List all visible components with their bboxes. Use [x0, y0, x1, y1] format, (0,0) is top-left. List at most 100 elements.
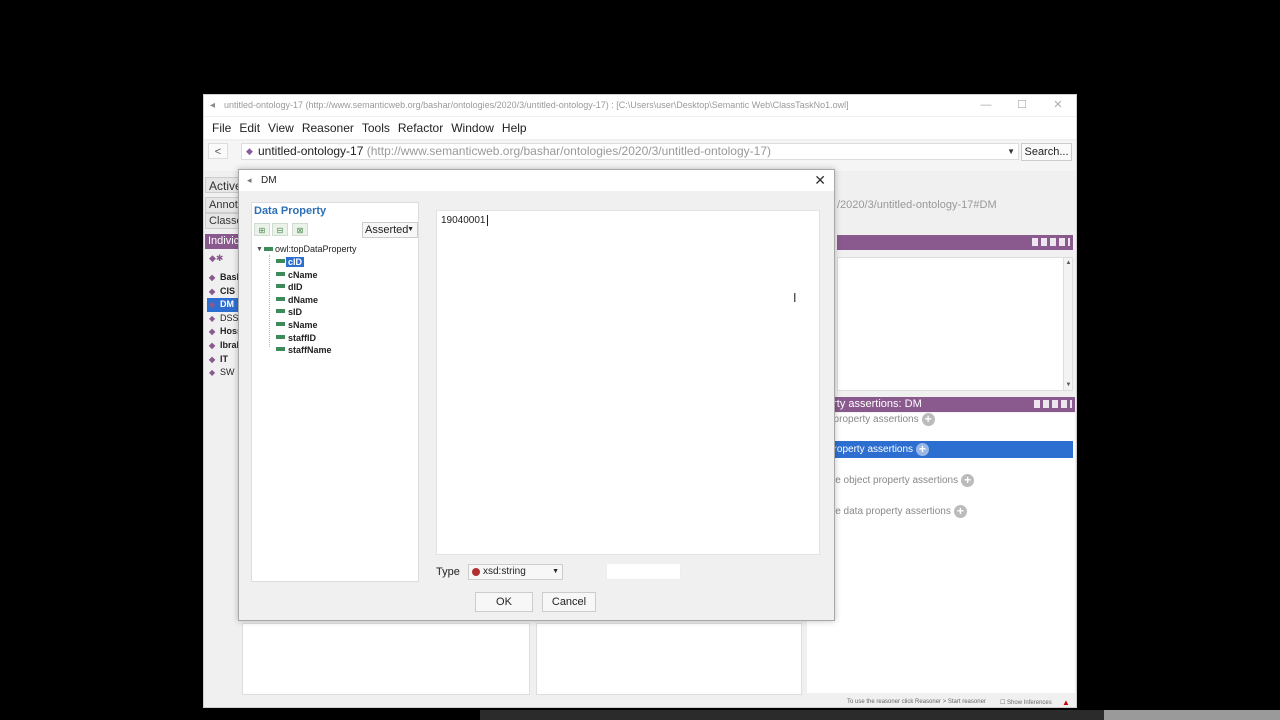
data-property-icon [276, 259, 285, 263]
type-label: Type [436, 566, 460, 578]
property-assertions-header: erty assertions: DM [807, 397, 1075, 412]
add-individual-icon[interactable]: ◆✱ [209, 253, 223, 264]
tree-node[interactable]: sName [256, 319, 416, 332]
close-window-button[interactable]: ✕ [1040, 95, 1076, 116]
data-property-icon [276, 284, 285, 289]
window-title: untitled-ontology-17 (http://www.semanti… [224, 100, 849, 110]
view-controls-icon[interactable] [1034, 400, 1072, 408]
view-controls-icon[interactable] [1032, 238, 1070, 246]
protege-logo-icon: ◂ [210, 100, 216, 111]
scroll-down-icon[interactable]: ▼ [1064, 382, 1073, 388]
object-property-assertions-row[interactable]: t property assertions + [807, 411, 1073, 428]
tree-node[interactable]: sID [256, 306, 416, 319]
menu-tools[interactable]: Tools [358, 121, 394, 135]
tree-node[interactable]: staffID [256, 332, 416, 345]
tree-node[interactable]: dName [256, 294, 416, 307]
asserted-dropdown[interactable]: Asserted ▼ [362, 222, 418, 238]
status-bar: To use the reasoner click Reasoner > Sta… [204, 698, 1076, 708]
tree-node-label: sID [288, 307, 303, 318]
dialog-title: DM [261, 175, 277, 186]
scroll-up-icon[interactable]: ▲ [1064, 260, 1073, 266]
data-property-dialog: ◂ DM ✕ Data Property ⊞ ⊟ ⊠ Asserted ▼ ▼ … [238, 169, 835, 621]
add-icon[interactable]: + [916, 442, 930, 456]
menu-file[interactable]: File [208, 121, 235, 135]
data-property-assertions-row[interactable]: property assertions + [807, 441, 1073, 458]
property-assertions-panel: t property assertions + property assertio… [807, 411, 1075, 693]
negative-object-property-assertions-row[interactable]: ive object property assertions + [807, 472, 1073, 489]
add-subproperty-icon[interactable]: ⊞ [254, 223, 270, 236]
show-inferences-checkbox[interactable]: ☐ Show Inferences [1000, 699, 1052, 706]
chevron-down-icon: ▼ [1007, 147, 1015, 156]
data-property-header: Data Property [254, 205, 327, 217]
assertion-label: ive data property assertions [828, 506, 951, 517]
value-text: 19040001 [441, 215, 488, 226]
datatype-dropdown[interactable]: xsd:string ▼ [468, 564, 563, 580]
menu-window[interactable]: Window [447, 121, 498, 135]
language-field[interactable] [606, 563, 681, 580]
ontology-address-bar: < ◆ untitled-ontology-17 (http://www.sem… [204, 141, 1076, 171]
back-button[interactable]: < [208, 143, 228, 159]
window-controls: — ☐ ✕ [968, 95, 1076, 116]
scrollbar[interactable]: ▲ ▼ [1063, 258, 1072, 390]
data-property-icon [276, 334, 285, 339]
minimize-button[interactable]: — [968, 95, 1004, 116]
tree-node[interactable]: staffName [256, 344, 416, 357]
tree-node-label: cID [286, 257, 305, 267]
tree-node[interactable]: cName [256, 269, 416, 282]
tree-node-selected[interactable]: cID [256, 256, 416, 269]
menu-refactor[interactable]: Refactor [394, 121, 447, 135]
tab-classes[interactable]: Classe [205, 213, 241, 229]
value-input-text: 19040001 [441, 215, 486, 227]
data-property-tree: ▼ owl:topDataProperty cID cName dID dNam… [256, 243, 416, 357]
cancel-button[interactable]: Cancel [542, 592, 596, 612]
lower-view-panel [242, 623, 530, 695]
text-caret [486, 215, 488, 226]
property-assertions-title: erty assertions: DM [827, 398, 922, 410]
ok-button[interactable]: OK [475, 592, 533, 612]
tree-node-label: staffName [288, 345, 332, 356]
show-inferences-label: Show Inferences [1007, 700, 1052, 706]
menu-view[interactable]: View [264, 121, 298, 135]
assertion-label: ive object property assertions [828, 475, 959, 486]
ontology-selector[interactable]: ◆ untitled-ontology-17 (http://www.seman… [241, 143, 1019, 160]
assertion-label: property assertions [828, 444, 914, 455]
tree-node[interactable]: dID [256, 281, 416, 294]
menu-reasoner[interactable]: Reasoner [298, 121, 358, 135]
negative-data-property-assertions-row[interactable]: ive data property assertions + [807, 503, 1073, 520]
data-property-icon [264, 247, 273, 251]
data-property-icon [276, 271, 285, 276]
maximize-button[interactable]: ☐ [1004, 95, 1040, 116]
search-button[interactable]: Search... [1021, 143, 1072, 161]
data-property-icon [276, 347, 285, 352]
tree-node-label: staffID [288, 332, 317, 343]
delete-property-icon[interactable]: ⊠ [292, 223, 308, 236]
lower-view-panel [536, 623, 802, 695]
tree-node-label: cName [288, 269, 318, 280]
add-icon[interactable]: + [921, 412, 935, 426]
chevron-down-icon: ▼ [552, 568, 559, 575]
taskbar-highlight [1104, 710, 1280, 720]
menu-bar: File Edit View Reasoner Tools Refactor W… [204, 117, 1076, 139]
tree-node-label: dName [288, 294, 319, 305]
tree-root-label: owl:topDataProperty [275, 244, 357, 254]
taskbar-strip [480, 710, 1280, 720]
add-icon[interactable]: + [961, 473, 975, 487]
reasoner-status: To use the reasoner click Reasoner > Sta… [847, 699, 986, 705]
menu-help[interactable]: Help [498, 121, 531, 135]
window-titlebar: ◂ untitled-ontology-17 (http://www.seman… [204, 95, 1076, 116]
expand-icon[interactable]: ▼ [256, 243, 263, 256]
value-editor[interactable]: 19040001 I [436, 210, 820, 555]
tree-root[interactable]: ▼ owl:topDataProperty [256, 243, 416, 256]
menu-edit[interactable]: Edit [235, 121, 264, 135]
tab-annotations[interactable]: Annot [205, 197, 241, 213]
close-icon[interactable]: ✕ [814, 170, 826, 191]
data-property-panel: Data Property ⊞ ⊟ ⊠ Asserted ▼ ▼ owl:top… [251, 202, 419, 582]
add-icon[interactable]: + [953, 504, 967, 518]
asserted-value: Asserted [365, 224, 409, 236]
warning-icon[interactable]: ▲ [1062, 698, 1070, 707]
add-sibling-icon[interactable]: ⊟ [272, 223, 288, 236]
tab-active[interactable]: Active [205, 177, 241, 193]
data-property-icon [276, 296, 285, 301]
tree-node-label: dID [288, 282, 303, 293]
datatype-value: xsd:string [483, 566, 526, 577]
